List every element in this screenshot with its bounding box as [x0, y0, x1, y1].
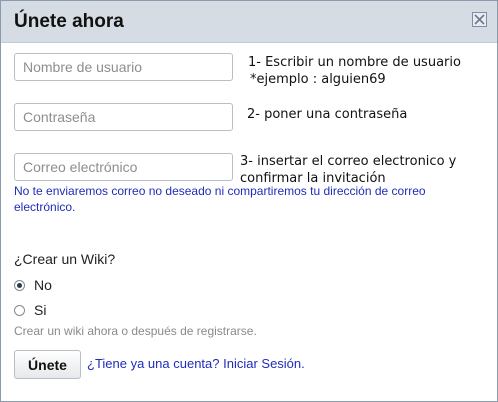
radio-no-label[interactable]: No [34, 277, 52, 293]
step1-note: 1- Escribir un nombre de usuario *ejempl… [248, 54, 461, 88]
login-link[interactable]: ¿Tiene ya una cuenta? Iniciar Sesión. [87, 356, 305, 371]
step3-note: 3- insertar el correo electronico y conf… [240, 153, 456, 187]
step1-line2: *ejemplo : alguien69 [250, 72, 386, 87]
step1-line1: 1- Escribir un nombre de usuario [248, 55, 461, 70]
create-wiki-question: ¿Crear un Wiki? [14, 251, 116, 267]
dialog-title: Únete ahora [14, 11, 124, 32]
create-wiki-hint: Crear un wiki ahora o después de registr… [14, 324, 257, 338]
username-input[interactable] [14, 53, 233, 81]
email-input[interactable] [14, 153, 233, 181]
radio-no[interactable] [14, 280, 25, 291]
password-input[interactable] [14, 103, 233, 131]
radio-si[interactable] [14, 305, 25, 316]
join-button[interactable]: Únete [14, 350, 81, 379]
step3-line1: 3- insertar el correo electronico y [240, 154, 457, 169]
radio-si-label[interactable]: Si [34, 302, 46, 318]
close-icon[interactable] [472, 12, 487, 27]
dialog-titlebar: Únete ahora [1, 1, 497, 43]
signup-dialog: Únete ahora 1- Escribir un nombre de usu… [0, 0, 498, 402]
step2-note: 2- poner una contraseña [247, 107, 408, 122]
privacy-note: No te enviaremos correo no deseado ni co… [14, 184, 426, 214]
